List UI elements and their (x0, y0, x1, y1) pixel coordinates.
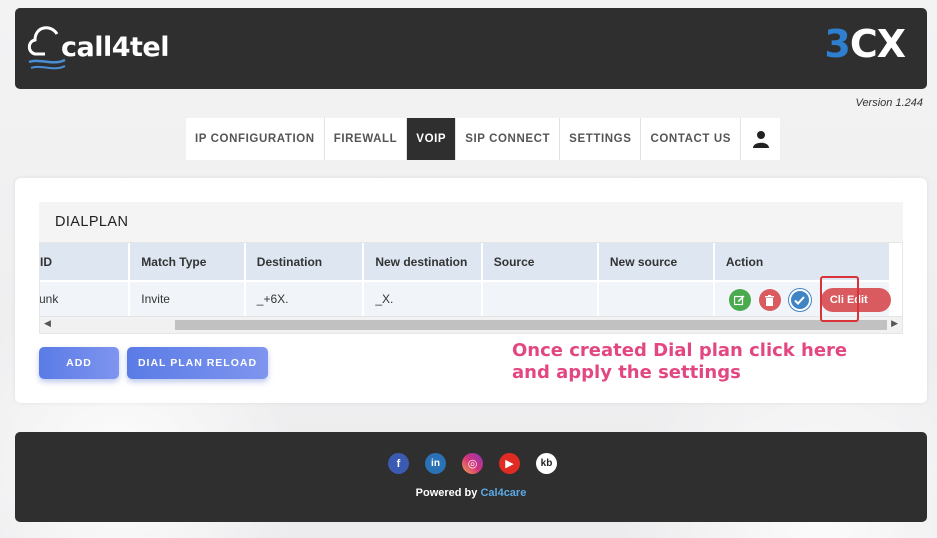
cal4care-link[interactable]: Cal4care (480, 487, 526, 499)
header-bar: call4tel 3CX (15, 8, 927, 89)
table-header-row: ID Match Type Destination New destinatio… (40, 243, 892, 281)
cell-source (481, 280, 599, 316)
add-button[interactable]: ADD (39, 347, 119, 379)
user-icon (752, 131, 769, 148)
col-match-type: Match Type (129, 243, 246, 281)
nav-firewall[interactable]: FIREWALL (324, 118, 408, 160)
dial-plan-reload-button[interactable]: DIAL PLAN RELOAD (127, 347, 268, 379)
scroll-left-icon[interactable]: ◀ (44, 318, 51, 329)
dialplan-table: ID Match Type Destination New destinatio… (40, 243, 892, 316)
cell-match-type: Invite (129, 280, 246, 316)
edit-button[interactable] (728, 289, 751, 311)
cell-new-destination: _X. (363, 280, 483, 316)
version-label: Version 1.244 (855, 97, 923, 109)
col-destination: Destination (244, 243, 365, 281)
nav-contact-us[interactable]: CONTACT US (641, 118, 742, 160)
nav-user[interactable] (741, 118, 781, 160)
linkedin-icon[interactable]: in (425, 453, 446, 474)
social-links: f in ◎ ▶ kb (388, 453, 557, 474)
col-id: ID (40, 243, 131, 281)
edit-icon (734, 295, 745, 305)
scroll-thumb[interactable] (175, 320, 887, 330)
kb-icon[interactable]: kb (536, 453, 557, 474)
dialplan-title: DIALPLAN (39, 202, 903, 242)
col-source: Source (481, 243, 599, 281)
footer: f in ◎ ▶ kb Powered by Cal4care (15, 432, 927, 522)
scroll-right-icon[interactable]: ▶ (891, 318, 898, 329)
cell-new-source (597, 280, 715, 316)
call4tel-logo: call4tel (27, 18, 170, 78)
col-new-destination: New destination (363, 243, 483, 281)
apply-button[interactable] (788, 289, 811, 311)
col-new-source: New source (597, 243, 715, 281)
table-row: _trunk Invite _+6X. _X. (40, 280, 892, 316)
cell-id: _trunk (40, 280, 131, 316)
delete-button[interactable] (758, 289, 781, 311)
powered-by: Powered by Cal4care (415, 487, 527, 499)
nav-ip-configuration[interactable]: IP CONFIGURATION (186, 118, 325, 160)
instruction-annotation: Once created Dial plan click here and ap… (512, 340, 848, 383)
nav-voip[interactable]: VOIP (407, 118, 457, 160)
3cx-logo: 3CX (824, 22, 906, 66)
action-buttons: ADD DIAL PLAN RELOAD (39, 347, 268, 379)
youtube-icon[interactable]: ▶ (499, 453, 520, 474)
nav-settings[interactable]: SETTINGS (560, 118, 642, 160)
highlight-callout-box (820, 276, 859, 322)
main-nav: IP CONFIGURATION FIREWALL VOIP SIP CONNE… (186, 118, 781, 160)
instagram-icon[interactable]: ◎ (462, 453, 483, 474)
dialplan-table-container: ID Match Type Destination New destinatio… (39, 242, 903, 334)
cell-destination: _+6X. (244, 280, 365, 316)
nav-sip-connect[interactable]: SIP CONNECT (456, 118, 561, 160)
call4tel-wordmark: call4tel (61, 32, 170, 63)
col-action: Action (713, 243, 892, 281)
facebook-icon[interactable]: f (388, 453, 409, 474)
check-icon (794, 295, 806, 305)
cell-action: Cli Edit (713, 280, 892, 316)
trash-icon (765, 294, 775, 306)
horizontal-scrollbar[interactable]: ◀ ▶ (40, 316, 902, 333)
